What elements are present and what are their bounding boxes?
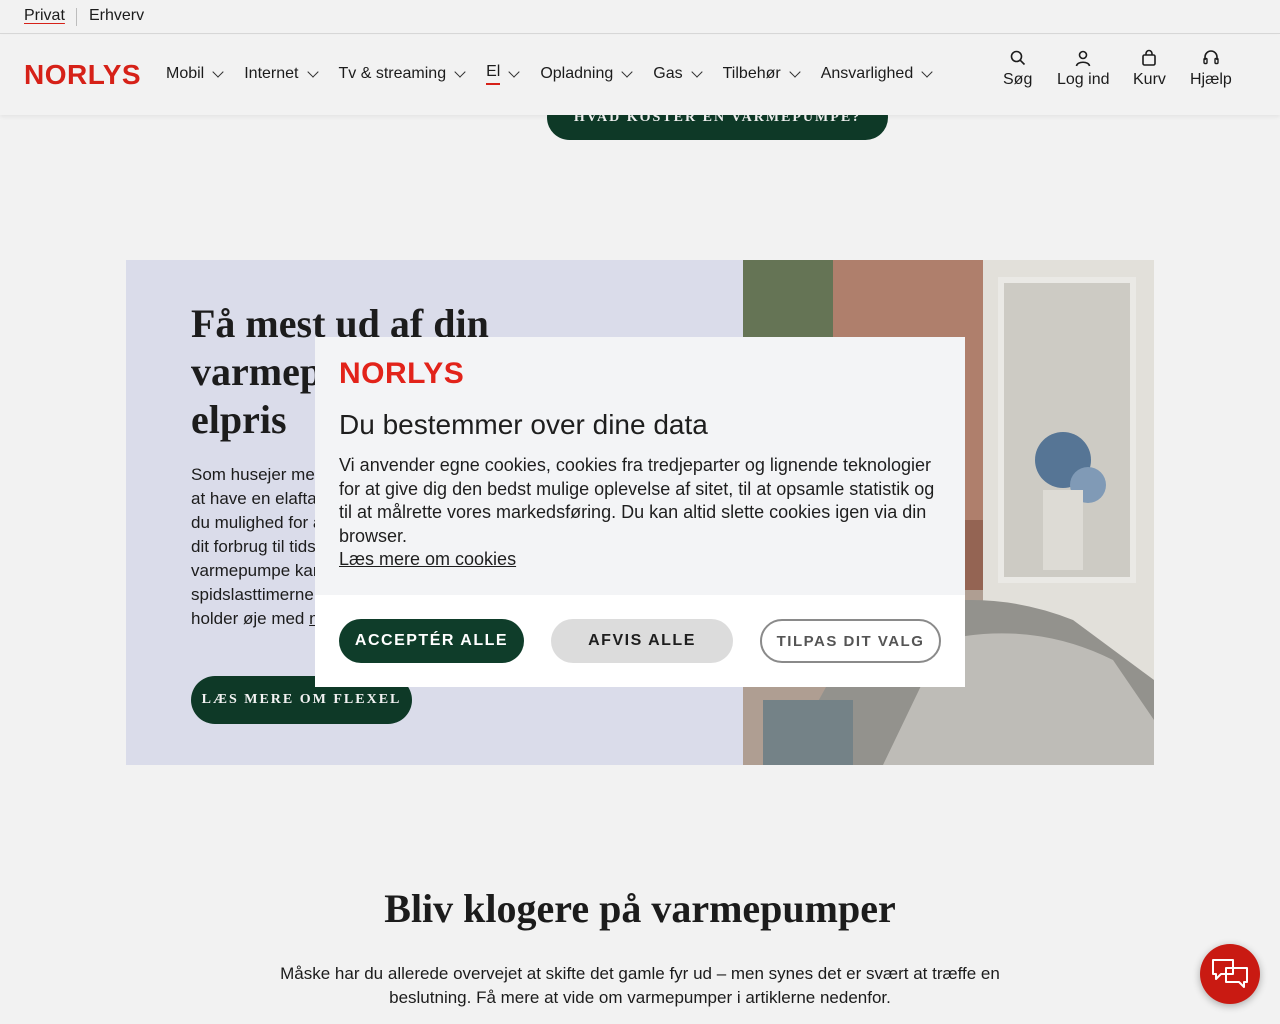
reject-all-button[interactable]: AFVIS ALLE — [551, 619, 733, 663]
cookie-dialog-description: Vi anvender egne cookies, cookies fra tr… — [339, 454, 944, 572]
cookie-consent-dialog: NORLYS Du bestemmer over dine data Vi an… — [315, 337, 965, 687]
cookie-info-link[interactable]: Læs mere om cookies — [339, 548, 944, 572]
chat-button[interactable] — [1200, 944, 1260, 1004]
cookie-dialog-actions: ACCEPTÉR ALLE AFVIS ALLE TILPAS DIT VALG — [315, 595, 965, 687]
customize-button[interactable]: TILPAS DIT VALG — [760, 619, 941, 663]
chat-bubbles-icon — [1212, 959, 1248, 988]
accept-all-button[interactable]: ACCEPTÉR ALLE — [339, 619, 524, 663]
cookie-dialog-title: Du bestemmer over dine data — [339, 409, 708, 440]
cookie-text: Vi anvender egne cookies, cookies fra tr… — [339, 455, 935, 546]
norlys-logo: NORLYS — [339, 357, 465, 390]
